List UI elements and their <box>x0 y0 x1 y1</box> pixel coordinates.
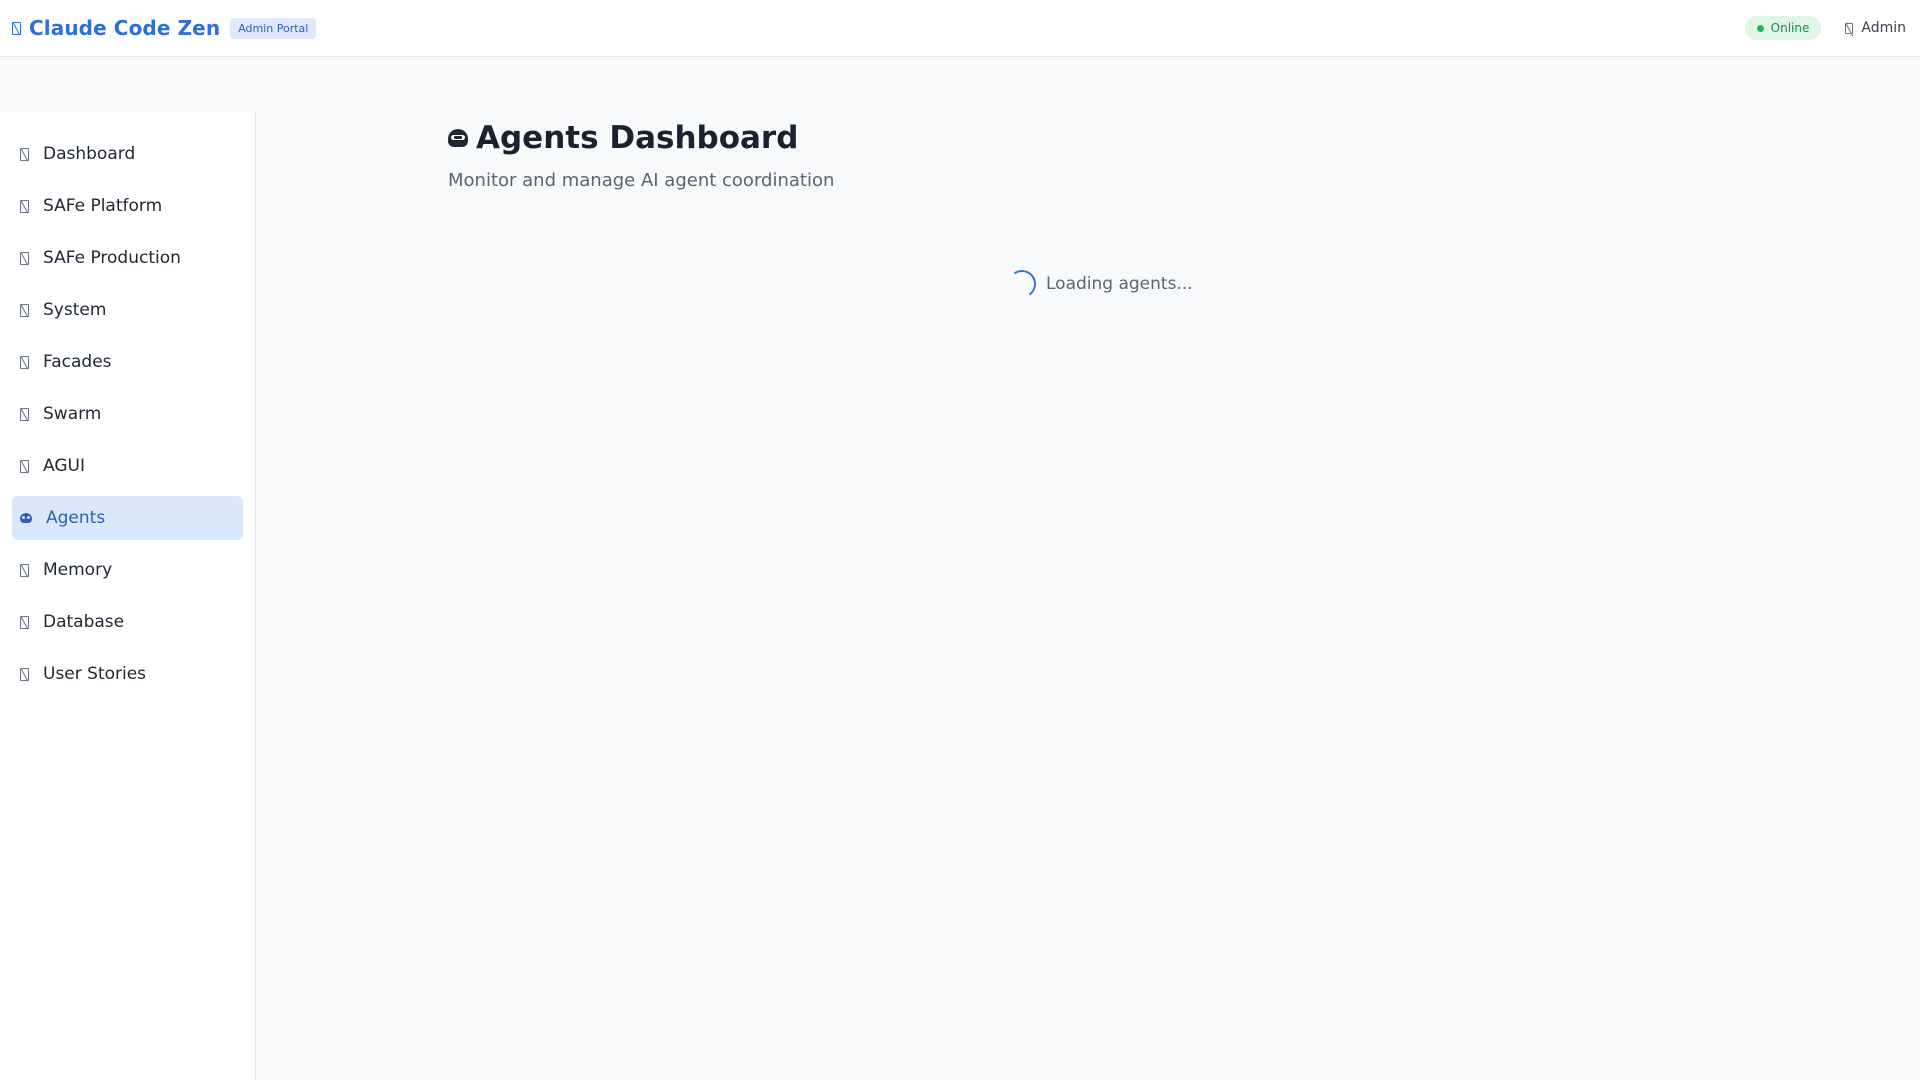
top-bar: Claude Code Zen Admin Portal Online Admi… <box>0 0 1920 57</box>
sidebar-item-agui[interactable]: AGUI <box>12 444 243 488</box>
dashboard-icon <box>20 147 29 161</box>
sidebar-item-label: SAFe Platform <box>43 196 163 216</box>
page-title: Agents Dashboard <box>476 120 799 156</box>
sidebar-item-label: Facades <box>43 352 112 372</box>
sidebar-item-user-stories[interactable]: User Stories <box>12 652 243 696</box>
sidebar-item-label: Memory <box>43 560 113 580</box>
page-header: Agents Dashboard <box>448 120 1848 156</box>
platform-icon <box>20 199 29 213</box>
sidebar-item-agents[interactable]: Agents <box>12 496 243 540</box>
sidebar-item-swarm[interactable]: Swarm <box>12 392 243 436</box>
agui-icon <box>20 459 29 473</box>
facades-icon <box>20 355 29 369</box>
sidebar-item-safe-platform[interactable]: SAFe Platform <box>12 184 243 228</box>
sidebar-item-label: System <box>43 300 107 320</box>
sidebar-item-facades[interactable]: Facades <box>12 340 243 384</box>
main-content: Agents Dashboard Monitor and manage AI a… <box>448 120 1848 191</box>
sidebar-item-label: Database <box>43 612 125 632</box>
spinner-icon <box>1005 267 1039 301</box>
status-label: Online <box>1770 21 1810 35</box>
user-icon <box>1845 22 1854 34</box>
database-icon <box>20 615 29 629</box>
brand[interactable]: Claude Code Zen Admin Portal <box>12 16 317 40</box>
sidebar-item-label: AGUI <box>43 456 85 476</box>
page-subtitle: Monitor and manage AI agent coordination <box>448 170 835 191</box>
status-dot-icon <box>1756 24 1764 32</box>
sidebar-item-label: SAFe Production <box>43 248 181 268</box>
admin-portal-badge: Admin Portal <box>230 17 317 39</box>
topbar-right: Online Admin <box>1744 16 1906 40</box>
sidebar-item-database[interactable]: Database <box>12 600 243 644</box>
sidebar: Dashboard SAFe Platform SAFe Production … <box>0 112 256 1080</box>
sidebar-item-system[interactable]: System <box>12 288 243 332</box>
memory-icon <box>20 563 29 577</box>
sidebar-item-memory[interactable]: Memory <box>12 548 243 592</box>
sidebar-item-dashboard[interactable]: Dashboard <box>12 132 243 176</box>
user-label: Admin <box>1861 20 1906 36</box>
loading-text: Loading agents... <box>1046 274 1193 294</box>
robot-icon <box>448 129 468 147</box>
user-stories-icon <box>20 667 29 681</box>
swarm-icon <box>20 407 29 421</box>
user-menu[interactable]: Admin <box>1845 20 1906 36</box>
loading-indicator: Loading agents... <box>1005 267 1193 301</box>
sidebar-item-label: User Stories <box>43 664 147 684</box>
logo-icon <box>12 21 21 35</box>
sidebar-item-label: Agents <box>46 508 106 528</box>
sidebar-item-safe-production[interactable]: SAFe Production <box>12 236 243 280</box>
status-badge: Online <box>1744 16 1822 40</box>
production-icon <box>20 251 29 265</box>
sidebar-item-label: Dashboard <box>43 144 136 164</box>
sidebar-item-label: Swarm <box>43 404 102 424</box>
robot-icon <box>20 513 32 523</box>
app-title[interactable]: Claude Code Zen <box>29 16 220 40</box>
system-icon <box>20 303 29 317</box>
